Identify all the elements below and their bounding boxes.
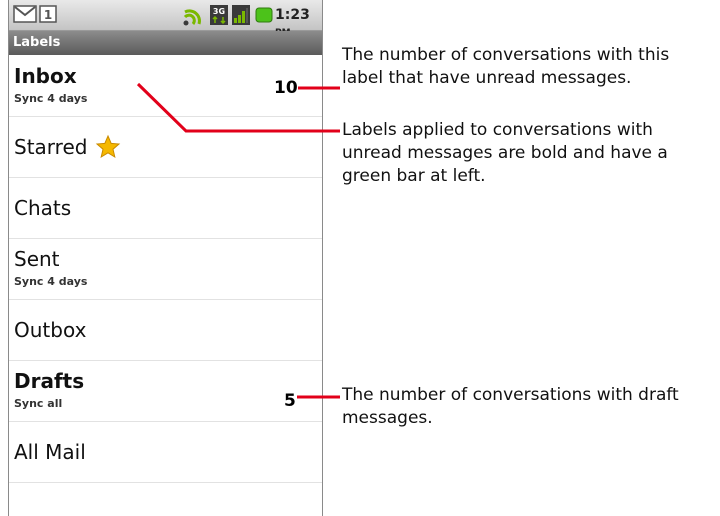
callout-draft-count: The number of conversations with draft m… [342,385,679,428]
leader-line-bold [136,82,340,133]
callout-bold-labels: Labels applied to conversations with unr… [342,120,668,186]
callout-unread-count: The number of conversations with this la… [342,45,670,88]
